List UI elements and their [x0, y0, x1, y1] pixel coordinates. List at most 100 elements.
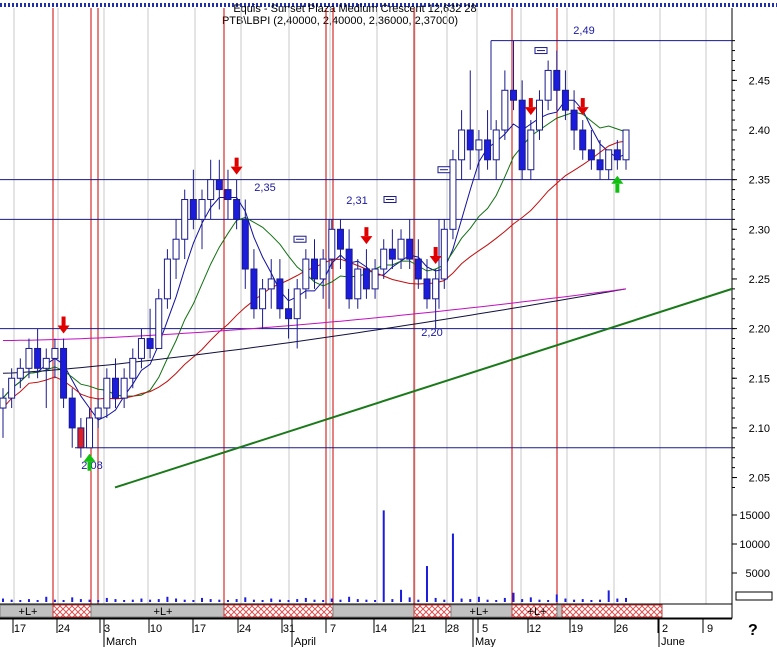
top-border-dot [640, 3, 642, 7]
help-icon[interactable]: ? [748, 622, 758, 640]
top-border-dot [528, 3, 530, 7]
top-border-dot [40, 3, 42, 7]
top-border-dot [200, 3, 202, 7]
candle-body [51, 347, 59, 359]
price-tick-label: 2.30 [749, 224, 770, 236]
top-border-dot [64, 3, 66, 7]
top-border-dot [136, 3, 138, 7]
top-border-dot [36, 3, 38, 7]
top-border-dot [184, 3, 186, 7]
month-label: May [475, 636, 496, 647]
top-border-dot [632, 3, 634, 7]
top-border-dot [192, 3, 194, 7]
candle-body [605, 149, 613, 171]
top-border-dot [664, 3, 666, 7]
candle-body [570, 109, 578, 131]
candle-body [458, 129, 466, 161]
candle-body [8, 377, 16, 399]
candle-body [77, 427, 85, 449]
top-border-dot [44, 3, 46, 7]
candle-body [129, 357, 137, 379]
volume-bar [252, 599, 255, 602]
top-border-dot [680, 3, 682, 7]
month-label: June [661, 636, 685, 647]
candle-body [16, 367, 24, 379]
volume-bar [235, 599, 238, 602]
price-tick-label: 2.40 [749, 125, 770, 137]
candle-body [267, 278, 275, 290]
top-border-dot [556, 3, 558, 7]
volume-bar [512, 592, 515, 602]
volume-bar [244, 597, 247, 602]
top-border-dot [148, 3, 150, 7]
candle-body [466, 129, 474, 151]
top-border-dot [12, 3, 14, 7]
candle-body [60, 347, 68, 399]
top-border-dot [532, 3, 534, 7]
volume-bar [538, 599, 541, 602]
price-tick-label: 2.45 [749, 75, 770, 87]
sell-arrow-icon [433, 247, 438, 257]
band-short-segment [223, 604, 334, 618]
buy-arrow-icon [615, 183, 620, 193]
candle-body [380, 248, 388, 270]
top-border-dot [160, 3, 162, 7]
band-label: +L+ [154, 606, 173, 618]
top-border-dot [548, 3, 550, 7]
top-border-dot [72, 3, 74, 7]
volume-bar [218, 599, 221, 602]
top-border-dot [588, 3, 590, 7]
candle-body [34, 347, 42, 369]
top-border-dot [156, 3, 158, 7]
top-border-dot [212, 3, 214, 7]
level-label: 2,35 [254, 182, 275, 194]
top-border-dot [220, 3, 222, 7]
top-border-dot [628, 3, 630, 7]
date-tick-label: 3 [104, 623, 110, 635]
candle-body [42, 357, 50, 369]
volume-bar [547, 600, 550, 602]
date-tick-label: 28 [447, 623, 459, 635]
volume-bar [36, 600, 39, 602]
top-border-dot [180, 3, 182, 7]
volume-bar [140, 598, 143, 602]
volume-bar [503, 597, 506, 602]
candle-body [449, 159, 457, 230]
volume-bar [616, 598, 619, 602]
top-border-dot [516, 3, 518, 7]
stock-chart[interactable]: Equis - Sunset Plaza Medium Crescent 12,… [0, 0, 777, 647]
volume-bar [27, 599, 30, 602]
top-border-dot [644, 3, 646, 7]
candle-body [440, 228, 448, 280]
top-border-dot [188, 3, 190, 7]
candle-body [276, 278, 284, 310]
volume-bar [19, 600, 22, 602]
volume-bar [417, 599, 420, 602]
candle-body [189, 199, 197, 220]
top-border-dot [56, 3, 58, 7]
volume-bar [365, 599, 368, 602]
top-border-dot [756, 3, 758, 7]
volume-bar [270, 598, 273, 602]
top-border-dot [0, 3, 2, 7]
top-border-dot [584, 3, 586, 7]
top-border-dot [48, 3, 50, 7]
top-border-dot [572, 3, 574, 7]
volume-bar [339, 599, 342, 602]
date-tick-label: 14 [375, 623, 387, 635]
candle-body [423, 278, 431, 300]
volume-bar [607, 590, 610, 602]
candle-body [181, 199, 189, 240]
volume-bar [581, 599, 584, 602]
candle-body [103, 377, 111, 409]
price-tick-label: 2.25 [749, 274, 770, 286]
top-border-dot [668, 3, 670, 7]
date-tick-label: 24 [239, 623, 251, 635]
volume-bar [555, 594, 558, 602]
candle-body [86, 417, 94, 449]
volume-bar [226, 600, 229, 602]
candle-body [163, 258, 171, 300]
sell-arrow-icon [528, 98, 533, 108]
candle-body [518, 99, 526, 171]
candle-body [622, 129, 630, 161]
